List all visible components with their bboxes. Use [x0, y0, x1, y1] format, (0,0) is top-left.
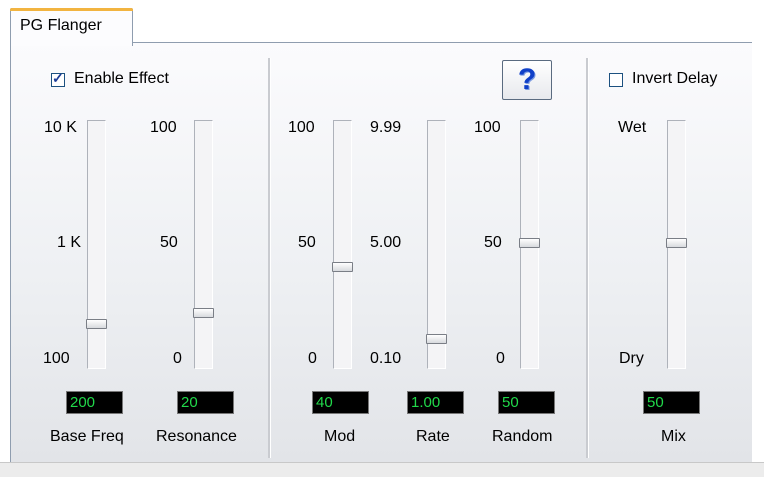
base-freq-label: Base Freq — [50, 428, 124, 445]
resonance-slider-thumb[interactable] — [193, 308, 214, 318]
tick-label: 10 K — [44, 119, 77, 136]
tick-label: 0 — [173, 350, 182, 367]
base-freq-slider-thumb[interactable] — [86, 319, 107, 329]
tick-label: 1 K — [57, 234, 82, 251]
tick-label: 100 — [288, 119, 315, 136]
mod-slider-thumb[interactable] — [332, 262, 353, 272]
base-freq-value-display: 200 — [66, 391, 123, 414]
resonance-label: Resonance — [156, 428, 237, 445]
mix-slider-thumb[interactable] — [666, 238, 687, 248]
rate-slider-thumb[interactable] — [426, 334, 447, 344]
checkmark-icon: ✓ — [52, 70, 64, 86]
random-label: Random — [492, 428, 553, 445]
tick-label: 100 — [43, 350, 70, 367]
tick-label: 5.00 — [370, 234, 402, 251]
base-freq-slider-track[interactable] — [87, 120, 106, 369]
invert-delay-checkbox[interactable] — [609, 73, 623, 87]
tick-label: 50 — [160, 234, 178, 251]
mix-label: Mix — [661, 428, 686, 445]
tick-label: Wet — [618, 119, 647, 136]
tab-pg-flanger[interactable]: PG Flanger — [10, 8, 133, 46]
mix-value-display: 50 — [643, 391, 700, 414]
tick-label: 50 — [484, 234, 502, 251]
invert-delay-label[interactable]: Invert Delay — [632, 70, 717, 88]
resonance-slider-track[interactable] — [194, 120, 213, 369]
rate-label: Rate — [416, 428, 450, 445]
random-value-display: 50 — [498, 391, 555, 414]
group-separator — [268, 58, 271, 458]
mod-label: Mod — [324, 428, 356, 445]
tick-label: 50 — [298, 234, 316, 251]
tick-label: 9.99 — [370, 119, 402, 136]
tick-label: 0 — [308, 350, 317, 367]
question-mark-icon: ? — [517, 63, 537, 96]
status-strip — [0, 462, 764, 477]
tick-label: 100 — [474, 119, 501, 136]
mod-slider-track[interactable] — [333, 120, 352, 369]
enable-effect-label[interactable]: Enable Effect — [74, 70, 169, 88]
window-edge — [752, 0, 764, 476]
tick-label: 0.10 — [370, 350, 402, 367]
help-button[interactable]: ? — [502, 60, 552, 100]
tab-label: PG Flanger — [20, 17, 102, 34]
resonance-value-display: 20 — [177, 391, 234, 414]
rate-value-display: 1.00 — [407, 391, 464, 414]
group-separator — [586, 58, 589, 458]
rate-slider-track[interactable] — [427, 120, 446, 369]
mod-value-display: 40 — [312, 391, 369, 414]
enable-effect-checkbox[interactable]: ✓ — [51, 70, 65, 87]
random-slider-thumb[interactable] — [519, 238, 540, 248]
tick-label: 100 — [150, 119, 177, 136]
tick-label: 0 — [496, 350, 505, 367]
tick-label: Dry — [619, 350, 644, 367]
